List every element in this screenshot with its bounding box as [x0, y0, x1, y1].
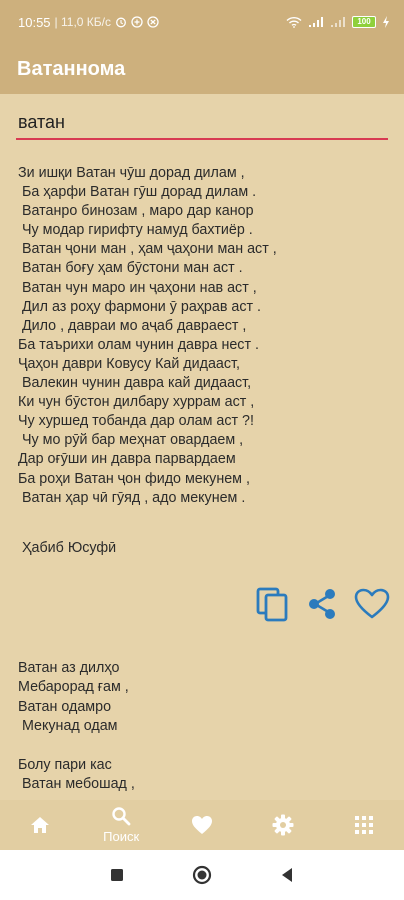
- poem-line: Ватан ҷони ман , ҳам ҷаҳони ман аст ,: [18, 241, 277, 258]
- heart-outline-icon[interactable]: [354, 588, 390, 620]
- home-button-icon[interactable]: [192, 865, 212, 885]
- poem-line: Ватан чун маро ин ҷаҳони нав аст ,: [18, 279, 257, 296]
- status-speed: | 11,0 КБ/с: [54, 15, 111, 29]
- nav-search-label: Поиск: [103, 829, 140, 844]
- poem-line: Чу мо рӯй бар меҳнат овардаем ,: [18, 432, 244, 449]
- main-content[interactable]: Зи ишқи Ватан чӯш дорад дилам , Ба ҳарфи…: [0, 94, 404, 800]
- nav-more[interactable]: [323, 800, 404, 850]
- share-icon[interactable]: [306, 587, 338, 621]
- poem-line: Ватан мебошад ,: [18, 776, 135, 793]
- poem-line: Дило , давраи мо аҷаб давраест ,: [18, 317, 247, 334]
- nav-search[interactable]: Поиск: [81, 800, 162, 850]
- signal-icon: [309, 17, 323, 27]
- poem-line: Ба роҳи Ватан ҷон фидо мекунем ,: [18, 470, 250, 487]
- alarm-icon: [116, 17, 126, 28]
- status-bar: 10:55 | 11,0 КБ/с 100: [0, 0, 404, 44]
- poem-line: Ватан аз дилҳо: [18, 660, 120, 676]
- poem-line: Валекин чунин давра кай дидааст,: [18, 375, 252, 392]
- search-field[interactable]: [16, 106, 388, 140]
- poem-author: Ҳабиб Юсуфӣ: [22, 540, 117, 556]
- nav-home[interactable]: [0, 800, 81, 850]
- charging-icon: [383, 16, 389, 28]
- poem-line: Зи ишқи Ватан чӯш дорад дилам ,: [18, 165, 245, 181]
- poem-text: Зи ишқи Ватан чӯш дорад дилам , Ба ҳарфи…: [18, 164, 393, 508]
- poem-line: Дил аз роҳу фармони ӯ раҳрав аст .: [18, 298, 261, 315]
- recent-apps-icon[interactable]: [110, 868, 124, 882]
- back-icon[interactable]: [280, 867, 294, 883]
- poem-line: Ба ҳарфи Ватан гӯш дорад дилам .: [18, 184, 257, 201]
- status-left: 10:55 | 11,0 КБ/с: [18, 15, 159, 30]
- status-time: 10:55: [18, 14, 51, 30]
- grid-icon: [354, 816, 373, 834]
- poem-line: Чу хуршед тобанда дар олам аст ?!: [18, 413, 254, 430]
- poem-actions: [255, 582, 390, 626]
- poem-line: Мебарорад ғам ,: [18, 679, 129, 696]
- nav-settings[interactable]: [242, 800, 323, 850]
- nav-favorites[interactable]: [162, 800, 243, 850]
- notification-icon: [131, 16, 143, 28]
- poem-line: Дар оғӯши ин давра парвардаем: [18, 451, 236, 468]
- poem-line: Ҷаҳон даври Ковусу Кай дидааст,: [18, 355, 240, 372]
- poem-line: Чу модар гирифту намуд бахтиёр .: [18, 222, 253, 239]
- gear-icon: [272, 814, 294, 836]
- poem-line: Мекунад одам: [18, 718, 118, 735]
- poem-line: Ватан ҳар чӣ гӯяд , адо мекунем .: [18, 489, 246, 506]
- search-input[interactable]: [16, 106, 388, 138]
- bottom-navigation: Поиск: [0, 800, 404, 850]
- wifi-icon: [286, 16, 302, 28]
- poem-line: [18, 737, 393, 756]
- poem-line: Ба таърихи олам чунин давра нест .: [18, 336, 259, 353]
- poem-line: Болу пари кас: [18, 756, 112, 773]
- status-right: 100: [286, 16, 390, 28]
- app-title: Ватаннома: [17, 57, 126, 80]
- battery-indicator: 100: [352, 16, 376, 28]
- copy-icon[interactable]: [255, 586, 289, 622]
- signal-icon: [331, 17, 345, 27]
- search-icon: [112, 807, 131, 826]
- poem-line: Ки чун бӯстон дилбару хуррам аст ,: [18, 394, 255, 411]
- home-icon: [31, 817, 50, 833]
- notification-icon: [147, 16, 159, 28]
- system-navigation-bar: [0, 850, 404, 900]
- poem-text-next: Ватан аз дилҳо Мебарорад ғам , Ватан ода…: [18, 659, 393, 795]
- battery-level: 100: [357, 17, 371, 26]
- poem-line: Ватанро бинозам , маро дар канор: [18, 203, 254, 220]
- app-bar: Ватаннома: [0, 44, 404, 94]
- poem-line: Ватан боғу ҳам бӯстони ман аст .: [18, 260, 243, 277]
- heart-icon: [191, 816, 212, 834]
- poem-line: Ватан одамро: [18, 698, 112, 715]
